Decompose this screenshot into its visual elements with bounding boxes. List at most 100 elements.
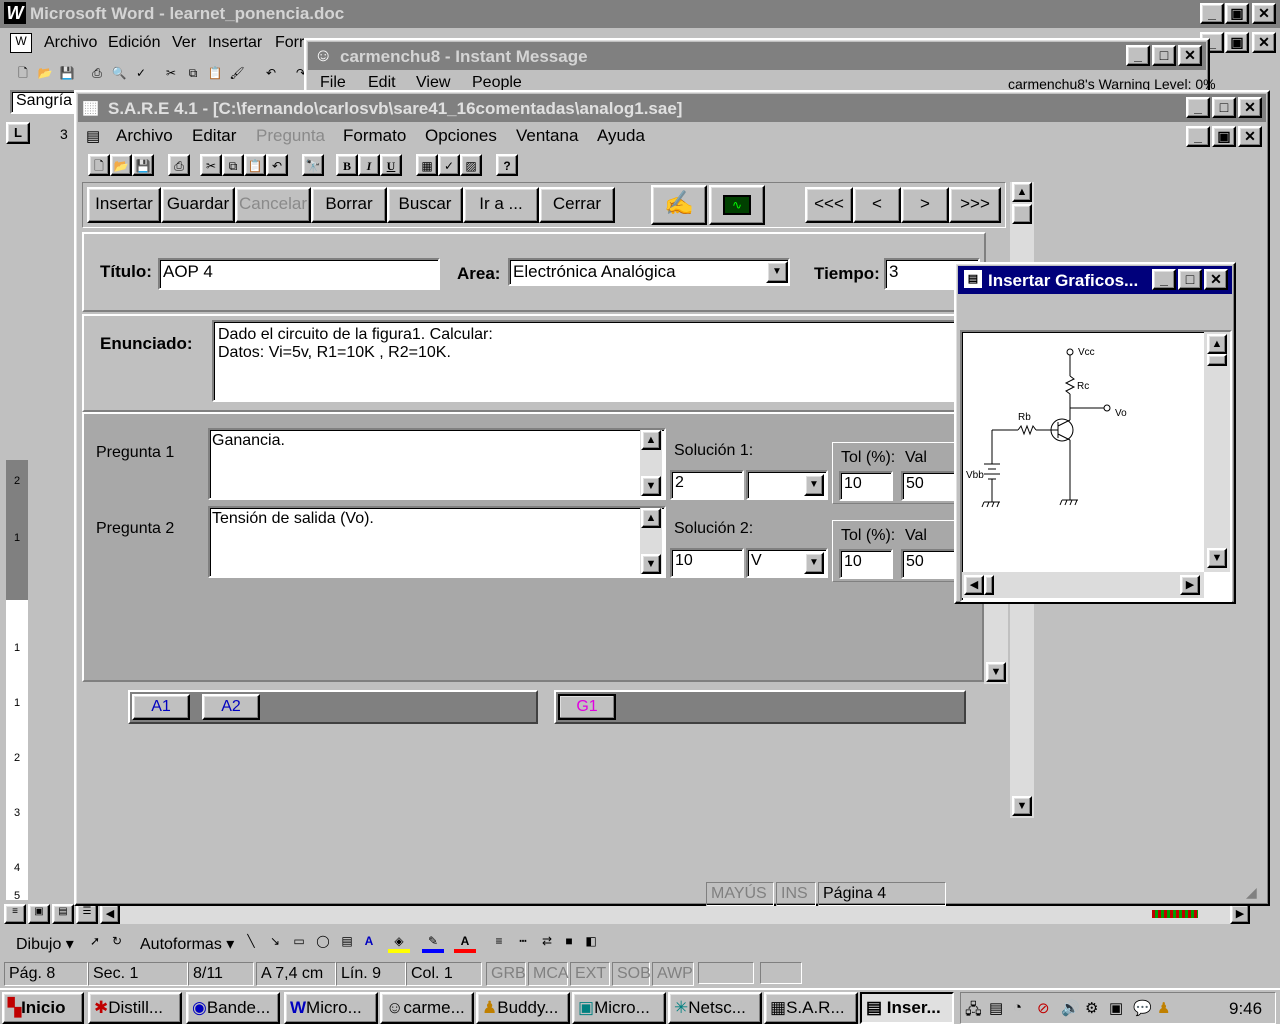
sare-maximize-button[interactable]: □ [1212, 97, 1236, 118]
undo-icon[interactable]: ↶ [260, 63, 282, 85]
ruler-tab-selector[interactable]: L [6, 122, 30, 144]
oscilloscope-icon[interactable]: ∿ [709, 185, 765, 225]
buscar-button[interactable]: Buscar [387, 187, 463, 223]
save-icon[interactable]: 💾 [132, 154, 154, 176]
new-icon[interactable]: 🗋 [12, 63, 34, 85]
page-view-icon[interactable]: ▤ [52, 904, 74, 924]
word-minimize-button[interactable]: _ [1200, 3, 1224, 24]
resize-grip-icon[interactable]: ◢ [1246, 884, 1257, 901]
spell-icon[interactable]: ✓ [438, 154, 460, 176]
tray-antivirus-icon[interactable]: ⊘ [1037, 999, 1050, 1017]
tray-volume-icon[interactable]: 🔊 [1061, 999, 1080, 1017]
task-carmenchu[interactable]: ☺carme... [380, 992, 474, 1024]
task-sare[interactable]: ▦S.A.R... [764, 992, 858, 1024]
dibujo-menu[interactable]: Dibujo ▾ [16, 934, 74, 954]
cerrar-button[interactable]: Cerrar [539, 187, 615, 223]
task-insertar-active[interactable]: ▤ Inser... [860, 992, 954, 1024]
word-doc-close-button[interactable]: ✕ [1252, 32, 1276, 53]
word-menu-archivo[interactable]: Archivo [44, 34, 97, 52]
line-style-icon[interactable]: ≡ [488, 931, 510, 953]
insert-image-icon[interactable]: ▨ [460, 154, 482, 176]
ir-a-button[interactable]: Ir a ... [463, 187, 539, 223]
sare-doc-close-button[interactable]: ✕ [1238, 126, 1262, 147]
line-icon[interactable]: ╲ [240, 931, 262, 953]
wordart-icon[interactable]: A [358, 931, 380, 953]
rotate-icon[interactable]: ↻ [106, 931, 128, 953]
area-dropdown-icon[interactable]: ▼ [766, 261, 788, 283]
sare-doc-restore-button[interactable]: ▣ [1212, 126, 1236, 147]
textbox-icon[interactable]: ▤ [336, 931, 358, 953]
scroll-down-icon[interactable]: ▼ [641, 476, 661, 496]
paste-icon[interactable]: 📋 [244, 154, 266, 176]
next-record-button[interactable]: > [901, 187, 949, 223]
solucion2-input[interactable]: 10 [670, 548, 744, 578]
pointer-icon[interactable]: ➚ [84, 931, 106, 953]
val1-input[interactable]: 50 [901, 471, 957, 501]
scroll-up-icon[interactable]: ▲ [641, 430, 661, 450]
pregunta2-textarea[interactable]: Tensión de salida (Vo). ▲ ▼ [208, 506, 666, 578]
pregunta1-textarea[interactable]: Ganancia. ▲ ▼ [208, 428, 666, 500]
scroll-thumb[interactable] [984, 575, 994, 595]
format-painter-icon[interactable]: 🖌 [226, 63, 248, 85]
clock[interactable]: 9:46 [1229, 999, 1262, 1019]
task-bandeja[interactable]: ◉Bande... [186, 992, 280, 1024]
im-maximize-button[interactable]: □ [1152, 45, 1176, 66]
word-menu-insertar[interactable]: Insertar [208, 34, 262, 52]
tol1-input[interactable]: 10 [839, 471, 893, 501]
scroll-left-icon[interactable]: ◀ [100, 904, 120, 924]
scroll-down-icon[interactable]: ▼ [986, 662, 1006, 682]
last-record-button[interactable]: >>> [949, 187, 1001, 223]
tab-a2[interactable]: A2 [202, 694, 260, 720]
task-word[interactable]: WMicro... [284, 992, 378, 1024]
oval-icon[interactable]: ◯ [312, 931, 334, 953]
cancelar-button[interactable]: Cancelar [235, 187, 311, 223]
undo-icon[interactable]: ↶ [266, 154, 288, 176]
arrow-style-icon[interactable]: ⇄ [536, 931, 558, 953]
graficos-maximize-button[interactable]: □ [1178, 269, 1202, 290]
web-view-icon[interactable]: ▣ [28, 904, 50, 924]
sare-menu-ayuda[interactable]: Ayuda [597, 126, 645, 146]
scroll-up-icon[interactable]: ▲ [1012, 182, 1032, 202]
word-hscroll[interactable]: ◀ ▶ [100, 904, 1250, 924]
tol2-input[interactable]: 10 [839, 549, 893, 579]
word-menu-edicion[interactable]: Edición [108, 34, 160, 52]
scroll-down-icon[interactable]: ▼ [1012, 796, 1032, 816]
copy-icon[interactable]: ⧉ [222, 154, 244, 176]
scroll-right-icon[interactable]: ▶ [1230, 904, 1250, 924]
rectangle-icon[interactable]: ▭ [288, 931, 310, 953]
scroll-right-icon[interactable]: ▶ [1180, 575, 1200, 595]
start-button[interactable]: ▚Inicio [2, 992, 84, 1024]
fill-color-icon[interactable]: ◈ [388, 931, 410, 953]
normal-view-icon[interactable]: ≡ [4, 904, 26, 924]
guardar-button[interactable]: Guardar [161, 187, 235, 223]
word-restore-button[interactable]: ▣ [1225, 3, 1249, 24]
scroll-left-icon[interactable]: ◀ [964, 575, 984, 595]
print-icon[interactable]: ⎙ [168, 154, 190, 176]
pregunta1-scroll[interactable]: ▲ ▼ [640, 430, 662, 496]
cut-icon[interactable]: ✂ [160, 63, 182, 85]
3d-icon[interactable]: ◧ [580, 931, 602, 953]
sare-doc-minimize-button[interactable]: _ [1186, 126, 1210, 147]
val2-input[interactable]: 50 [901, 549, 957, 579]
autoformas-menu[interactable]: Autoformas ▾ [140, 934, 234, 954]
italic-icon[interactable]: I [358, 154, 380, 176]
graficos-close-button[interactable]: ✕ [1204, 269, 1228, 290]
task-netscape[interactable]: ✳Netsc... [668, 992, 762, 1024]
prev-record-button[interactable]: < [853, 187, 901, 223]
tray-connection-icon[interactable]: ⚙ [1085, 999, 1098, 1017]
open-icon[interactable]: 📂 [110, 154, 132, 176]
properties-icon[interactable]: ▦ [416, 154, 438, 176]
copy-icon[interactable]: ⧉ [182, 63, 204, 85]
sare-menu-ventana[interactable]: Ventana [516, 126, 578, 146]
task-distiller[interactable]: ✱Distill... [88, 992, 182, 1024]
scroll-thumb[interactable] [1207, 354, 1227, 366]
tab-g1[interactable]: G1 [558, 694, 616, 720]
insertar-button[interactable]: Insertar [87, 187, 161, 223]
tray-hardware-icon[interactable]: ▤ [989, 999, 1003, 1017]
im-close-button[interactable]: ✕ [1178, 45, 1202, 66]
first-record-button[interactable]: <<< [805, 187, 853, 223]
print-icon[interactable]: ⎙ [86, 63, 108, 85]
im-minimize-button[interactable]: _ [1126, 45, 1150, 66]
graficos-hscroll[interactable]: ◀ ▶ [962, 572, 1204, 598]
spell-icon[interactable]: ✓ [130, 63, 152, 85]
